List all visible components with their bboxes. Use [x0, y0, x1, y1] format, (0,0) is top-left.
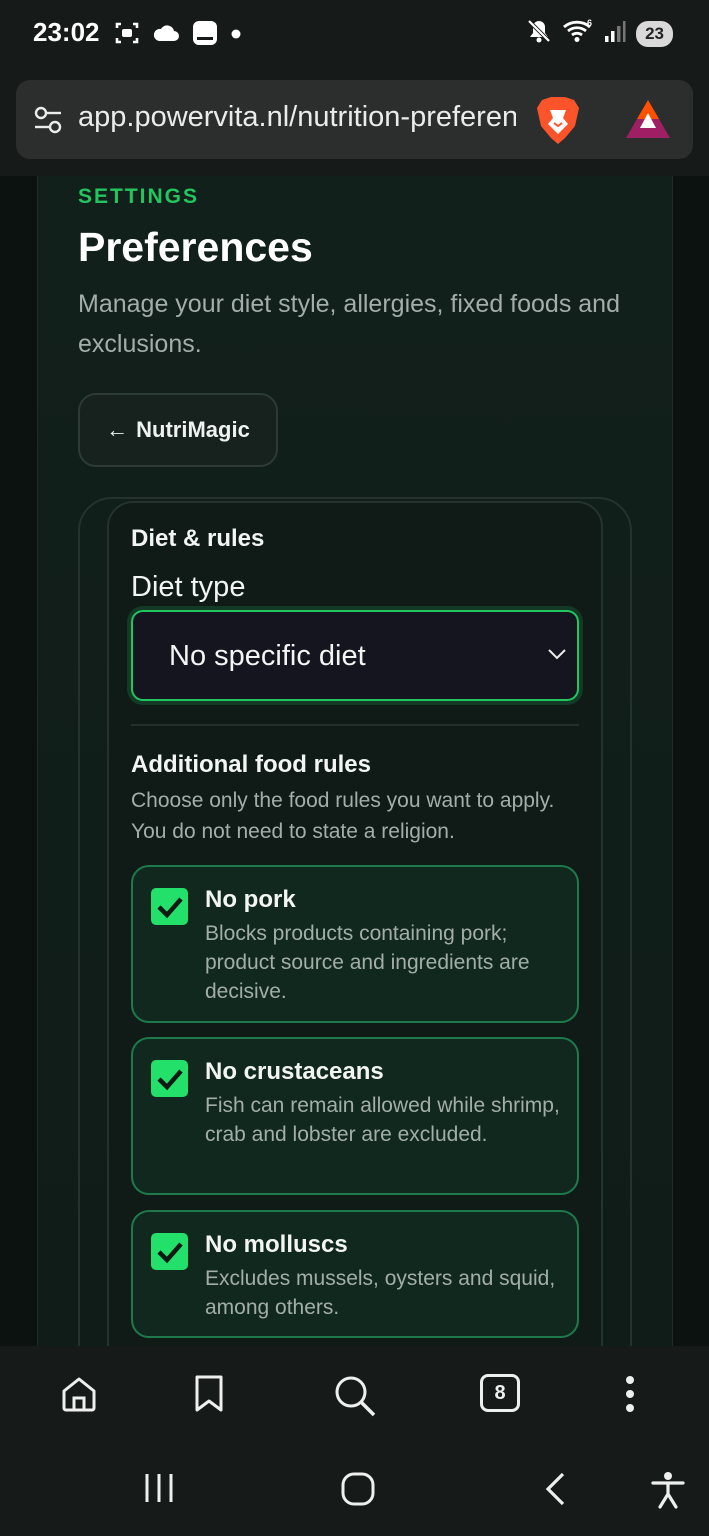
rules-title: Additional food rules [131, 751, 371, 778]
mute-icon [526, 18, 552, 49]
section-title-diet-rules: Diet & rules [131, 525, 265, 552]
home-nav-icon[interactable] [340, 1471, 376, 1512]
back-button[interactable]: ← NutriMagic [78, 393, 278, 467]
brave-lion-icon[interactable] [535, 96, 581, 151]
rule-name: No pork [205, 886, 296, 913]
back-button-label: NutriMagic [136, 417, 250, 442]
chevron-down-icon [545, 646, 569, 667]
status-right-icons: 6 23 [526, 18, 673, 49]
rule-description: Excludes mussels, oysters and squid, amo… [205, 1267, 556, 1319]
tabs-icon[interactable]: 8 [480, 1374, 520, 1412]
search-icon[interactable] [333, 1374, 377, 1423]
dot-icon [230, 27, 242, 45]
checkbox-checked-icon[interactable] [151, 888, 188, 925]
browser-address-area: app.powervita.nl/nutrition-preferences [0, 68, 709, 176]
diet-type-select[interactable]: No specific diet [131, 610, 579, 701]
notification-icon [192, 20, 218, 51]
url-text[interactable]: app.powervita.nl/nutrition-preferences [78, 101, 516, 137]
diet-type-label: Diet type [131, 571, 246, 603]
rule-description: Fish can remain allowed while shrimp, cr… [205, 1094, 560, 1146]
rules-description: Choose only the food rules you want to a… [131, 789, 555, 843]
recents-icon[interactable] [142, 1471, 176, 1510]
status-left-icons [114, 20, 242, 51]
browser-toolbar: 8 [0, 1346, 709, 1443]
wifi-icon: 6 [562, 18, 594, 49]
more-icon[interactable] [622, 1374, 638, 1419]
system-nav-bar [0, 1443, 709, 1536]
checkbox-checked-icon[interactable] [151, 1060, 188, 1097]
status-bar: 23:02 6 23 [0, 0, 709, 68]
bat-rewards-icon[interactable] [624, 98, 672, 145]
page-viewport: SETTINGS Preferences Manage your diet st… [0, 176, 709, 1346]
rule-card-no-molluscs[interactable]: No molluscs Excludes mussels, oysters an… [131, 1210, 579, 1338]
bookmark-icon[interactable] [193, 1374, 225, 1419]
screenshot-icon [114, 20, 140, 51]
home-icon[interactable] [59, 1374, 99, 1419]
rule-name: No molluscs [205, 1231, 348, 1258]
accessibility-icon[interactable] [650, 1471, 686, 1514]
tune-icon[interactable] [33, 105, 63, 140]
cloud-icon [152, 23, 180, 48]
tab-count: 8 [480, 1374, 520, 1412]
back-nav-icon[interactable] [543, 1471, 569, 1512]
status-time: 23:02 [33, 17, 100, 47]
page-eyebrow: SETTINGS [78, 185, 200, 208]
page-title: Preferences [78, 224, 313, 270]
rule-card-no-crustaceans[interactable]: No crustaceans Fish can remain allowed w… [131, 1037, 579, 1195]
signal-icon [604, 19, 626, 48]
diet-type-value: No specific diet [169, 640, 366, 672]
back-arrow-icon: ← [106, 417, 129, 442]
checkbox-checked-icon[interactable] [151, 1233, 188, 1270]
rule-card-no-pork[interactable]: No pork Blocks products containing pork;… [131, 865, 579, 1023]
address-bar[interactable]: app.powervita.nl/nutrition-preferences [16, 80, 693, 159]
rule-description: Blocks products containing pork; product… [205, 922, 530, 1003]
page-subtitle: Manage your diet style, allergies, fixed… [78, 290, 620, 358]
divider [131, 724, 579, 726]
svg-text:6: 6 [587, 18, 592, 28]
rule-name: No crustaceans [205, 1058, 384, 1085]
battery-indicator: 23 [636, 20, 673, 47]
